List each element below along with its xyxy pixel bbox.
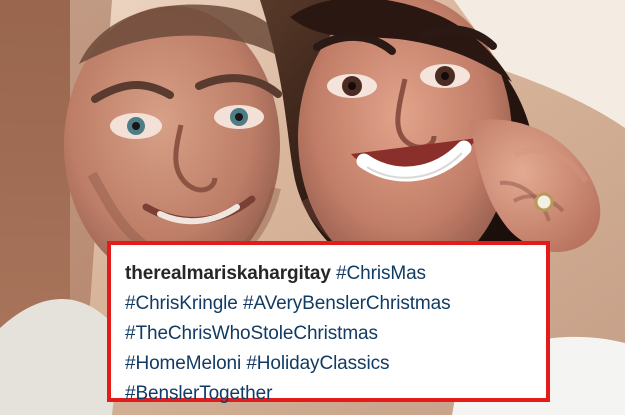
hashtag-holidayclassics[interactable]: #HolidayClassics <box>246 353 389 374</box>
hashtag-thechriswhostolechristmas[interactable]: #TheChrisWhoStoleChristmas <box>125 323 378 344</box>
instagram-caption-screenshot: therealmariskahargitay #ChrisMas #ChrisK… <box>0 0 625 415</box>
hashtag-averybenslerchristmas[interactable]: #AVeryBenslerChristmas <box>243 293 451 314</box>
instagram-caption: therealmariskahargitay #ChrisMas #ChrisK… <box>107 241 550 404</box>
hashtag-benslertogether[interactable]: #BenslerTogether <box>125 383 272 404</box>
hashtag-chrismas[interactable]: #ChrisMas <box>336 263 426 284</box>
hashtag-chriskringle[interactable]: #ChrisKringle <box>125 293 238 314</box>
username[interactable]: therealmariskahargitay <box>125 263 331 284</box>
caption-line-4: #HomeMeloni #HolidayClassics <box>125 349 536 379</box>
caption-line-2: #ChrisKringle #AVeryBenslerChristmas <box>125 289 536 319</box>
caption-line-3: #TheChrisWhoStoleChristmas <box>125 319 536 349</box>
hashtag-homemeloni[interactable]: #HomeMeloni <box>125 353 241 374</box>
caption-line-5: #BenslerTogether <box>125 379 536 409</box>
caption-line-1: therealmariskahargitay #ChrisMas <box>125 259 536 289</box>
